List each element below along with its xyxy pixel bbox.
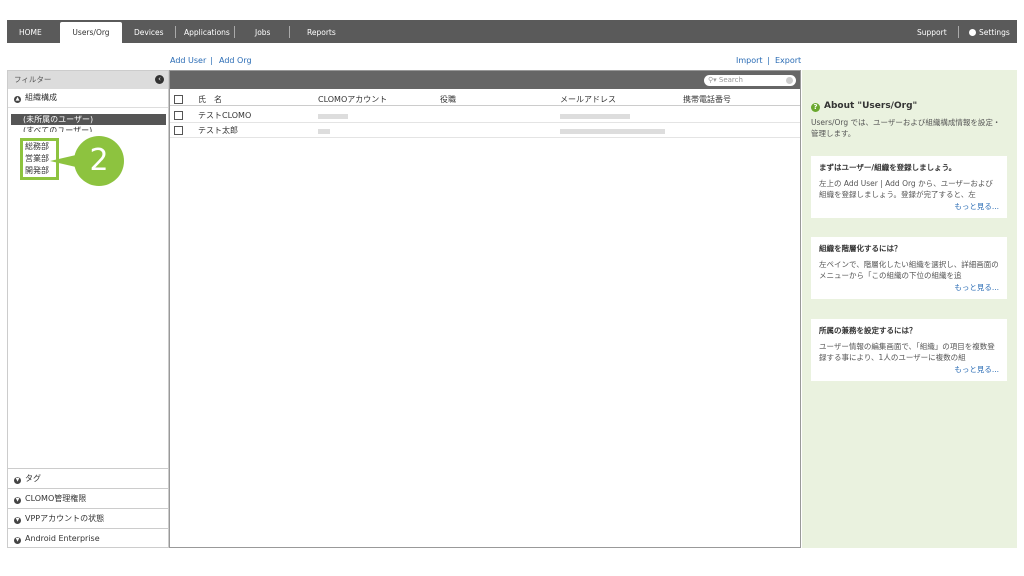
nav-separator	[175, 26, 176, 38]
blurred-account	[318, 129, 330, 134]
user-table-panel: ⚲▾ Search	[169, 70, 801, 548]
help-card: 組織を階層化するには？ 左ペインで、階層化したい組織を選択し、詳細画面のメニュー…	[811, 237, 1007, 299]
top-nav: HOME Users/Org Devices Applications Jobs…	[7, 20, 1017, 43]
search-icon: ⚲▾	[708, 76, 717, 84]
callout-pointer	[50, 155, 76, 167]
question-icon: ?	[811, 103, 820, 112]
more-link[interactable]: もっと見る...	[819, 201, 999, 212]
help-card-title: 組織を階層化するには？	[819, 244, 902, 253]
clomo-admin-section-header[interactable]: ▼ CLOMO管理権限	[8, 488, 168, 508]
column-header-account[interactable]: CLOMOアカウント	[318, 94, 387, 105]
org-section-header[interactable]: ▲ 組織構成	[8, 89, 168, 108]
row-name[interactable]: テスト太郎	[198, 125, 238, 136]
nav-devices[interactable]: Devices	[134, 20, 164, 43]
clear-icon[interactable]	[786, 77, 793, 84]
chevron-down-icon: ▼	[14, 537, 21, 544]
help-card-text: ユーザー情報の編集画面で、「組織」の項目を複数登録する事により、1人のユーザーに…	[819, 342, 995, 362]
chevron-down-icon: ▼	[14, 497, 21, 504]
nav-settings[interactable]: Settings	[969, 20, 1010, 43]
vpp-label: VPPアカウントの状態	[25, 514, 105, 523]
nav-separator	[958, 26, 959, 38]
nav-separator	[289, 26, 290, 38]
help-card-title: まずはユーザー/組織を登録しましょう。	[819, 163, 957, 172]
search-placeholder: Search	[718, 76, 743, 84]
tree-item-org[interactable]: 開発部	[25, 165, 49, 176]
select-all-checkbox[interactable]	[174, 95, 183, 104]
about-panel: ? About "Users/Org" Users/Org では、ユーザーおよび組…	[802, 70, 1017, 548]
nav-separator	[234, 26, 235, 38]
nav-reports[interactable]: Reports	[307, 20, 336, 43]
blurred-email	[560, 129, 665, 134]
tree-item-org[interactable]: 総務部	[25, 141, 49, 152]
chevron-down-icon: ▼	[14, 517, 21, 524]
chevron-down-icon: ▼	[14, 477, 21, 484]
help-card-title: 所属の兼務を設定するには？	[819, 326, 917, 335]
vpp-section-header[interactable]: ▼ VPPアカウントの状態	[8, 508, 168, 528]
help-card: まずはユーザー/組織を登録しましょう。 左上の Add User | Add O…	[811, 156, 1007, 218]
chevron-up-icon: ▲	[14, 96, 21, 103]
row-checkbox[interactable]	[174, 126, 183, 135]
import-link[interactable]: Import	[736, 56, 763, 65]
help-card-text: 左ペインで、階層化したい組織を選択し、詳細画面のメニューから「この組織の下位の組…	[819, 260, 999, 280]
step-badge: 2	[74, 136, 124, 186]
tag-section-header[interactable]: ▼ タグ	[8, 468, 168, 488]
filter-title: フィルター	[14, 75, 52, 84]
tree-item-all-users[interactable]: (すべてのユーザー)	[23, 125, 92, 132]
tree-item-org[interactable]: 営業部	[25, 153, 49, 164]
nav-users-org[interactable]: Users/Org	[60, 22, 122, 43]
add-org-link[interactable]: Add Org	[219, 56, 252, 65]
android-section-header[interactable]: ▼ Android Enterprise	[8, 528, 168, 548]
table-toolbar: ⚲▾ Search	[170, 71, 800, 89]
nav-settings-label: Settings	[979, 28, 1010, 37]
blurred-account	[318, 114, 348, 119]
more-link[interactable]: もっと見る...	[819, 282, 999, 293]
filter-header: フィルター ‹	[8, 71, 168, 89]
more-link[interactable]: もっと見る...	[819, 364, 999, 375]
android-label: Android Enterprise	[25, 534, 100, 543]
header-divider	[170, 105, 800, 106]
column-header-name[interactable]: 氏 名	[198, 94, 222, 105]
table-row[interactable]: テスト太郎	[170, 125, 800, 138]
row-checkbox[interactable]	[174, 111, 183, 120]
nav-jobs[interactable]: Jobs	[255, 20, 270, 43]
add-user-link[interactable]: Add User	[170, 56, 206, 65]
table-row[interactable]: テストCLOMO	[170, 110, 800, 123]
column-header-email[interactable]: メールアドレス	[560, 94, 616, 105]
row-name[interactable]: テストCLOMO	[198, 110, 251, 121]
blurred-email	[560, 114, 630, 119]
column-header-title[interactable]: 役職	[440, 94, 456, 105]
help-card: 所属の兼務を設定するには？ ユーザー情報の編集画面で、「組織」の項目を複数登録す…	[811, 319, 1007, 381]
nav-applications[interactable]: Applications	[184, 20, 230, 43]
about-title-text: About "Users/Org"	[824, 101, 918, 111]
link-separator: |	[767, 56, 770, 65]
about-description: Users/Org では、ユーザーおよび組織構成情報を設定・管理します。	[811, 118, 1001, 138]
export-link[interactable]: Export	[775, 56, 801, 65]
about-title: ? About "Users/Org"	[811, 101, 917, 112]
nav-support[interactable]: Support	[917, 20, 947, 43]
org-section-label: 組織構成	[25, 93, 57, 102]
tree-item-unassigned[interactable]: (未所属のユーザー)	[11, 114, 166, 125]
link-separator: |	[210, 56, 213, 65]
help-card-text: 左上の Add User | Add Org から、ユーザーおよび組織を登録しま…	[819, 179, 993, 199]
search-input[interactable]: ⚲▾ Search	[704, 75, 796, 86]
gear-icon	[969, 29, 976, 36]
tag-label: タグ	[25, 474, 41, 483]
collapse-panel-icon[interactable]: ‹	[155, 75, 164, 84]
nav-home[interactable]: HOME	[19, 20, 42, 43]
clomo-admin-label: CLOMO管理権限	[25, 494, 87, 503]
column-header-phone[interactable]: 携帯電話番号	[683, 94, 731, 105]
